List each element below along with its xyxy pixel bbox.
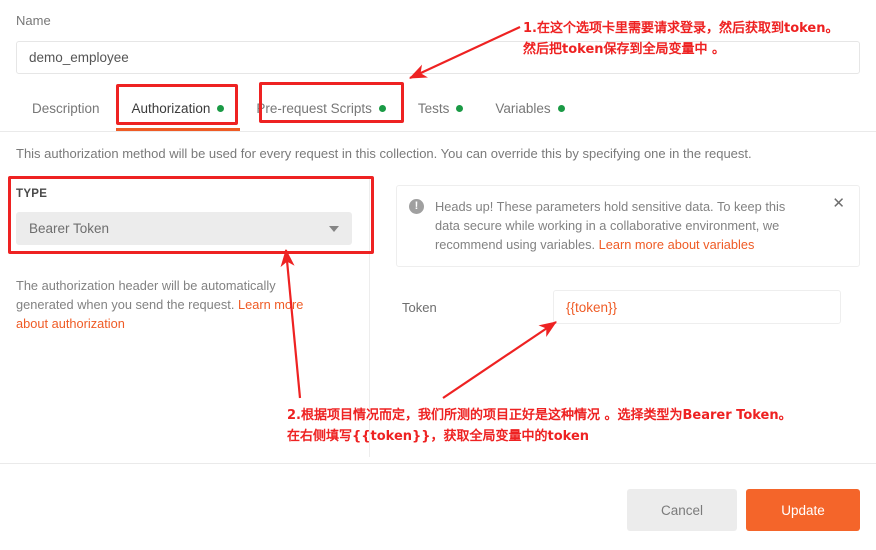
status-dot-icon: [557, 105, 565, 112]
status-dot-icon: [217, 105, 225, 112]
learn-more-variables-link[interactable]: Learn more about variables: [599, 237, 755, 252]
update-button[interactable]: Update: [746, 489, 860, 531]
annotation-note-2: 2.根据项目情况而定，我们所测的项目正好是这种情况 。选择类型为Bearer T…: [287, 408, 792, 444]
tab-label: Variables: [495, 101, 551, 116]
cancel-button[interactable]: Cancel: [627, 489, 737, 531]
auth-type-value: Bearer Token: [29, 221, 110, 236]
tab-pre-request-scripts[interactable]: Pre-request Scripts: [240, 89, 402, 131]
name-label: Name: [16, 13, 51, 28]
annotation-arrows: [280, 26, 557, 399]
close-icon[interactable]: ✕: [824, 196, 845, 254]
tab-label: Pre-request Scripts: [256, 101, 372, 116]
tab-label: Description: [32, 101, 100, 116]
status-dot-icon: [378, 105, 386, 112]
auth-help-text: The authorization header will be automat…: [16, 276, 336, 333]
sensitive-data-notice: Heads up! These parameters hold sensitiv…: [396, 185, 860, 267]
status-dot-icon: [456, 105, 464, 112]
tab-bar: Description Authorization Pre-request Sc…: [0, 89, 876, 132]
tab-tests[interactable]: Tests: [402, 89, 480, 131]
token-label: Token: [402, 300, 437, 315]
tab-label: Authorization: [131, 101, 211, 116]
auth-help-sentence: The authorization header will be automat…: [16, 278, 276, 312]
tab-authorization[interactable]: Authorization: [115, 89, 241, 131]
chevron-down-icon: [329, 225, 339, 232]
tab-label: Tests: [417, 101, 450, 116]
footer-separator: [0, 463, 876, 464]
tab-variables[interactable]: Variables: [479, 89, 580, 131]
auth-type-select[interactable]: Bearer Token: [16, 212, 352, 245]
info-exclamation-icon: [409, 198, 424, 214]
type-label: TYPE: [16, 188, 48, 200]
notice-text: Heads up! These parameters hold sensitiv…: [435, 197, 811, 254]
name-input[interactable]: [16, 41, 860, 74]
panel-divider: [369, 176, 370, 457]
token-input[interactable]: [553, 290, 841, 324]
arrow-to-token-input: [442, 321, 557, 399]
tab-description[interactable]: Description: [16, 89, 116, 131]
annotation-overlay: 1.在这个选项卡里需要请求登录，然后获取到token。 然后把token保存到全…: [0, 0, 876, 550]
auth-description-text: This authorization method will be used f…: [16, 146, 752, 161]
